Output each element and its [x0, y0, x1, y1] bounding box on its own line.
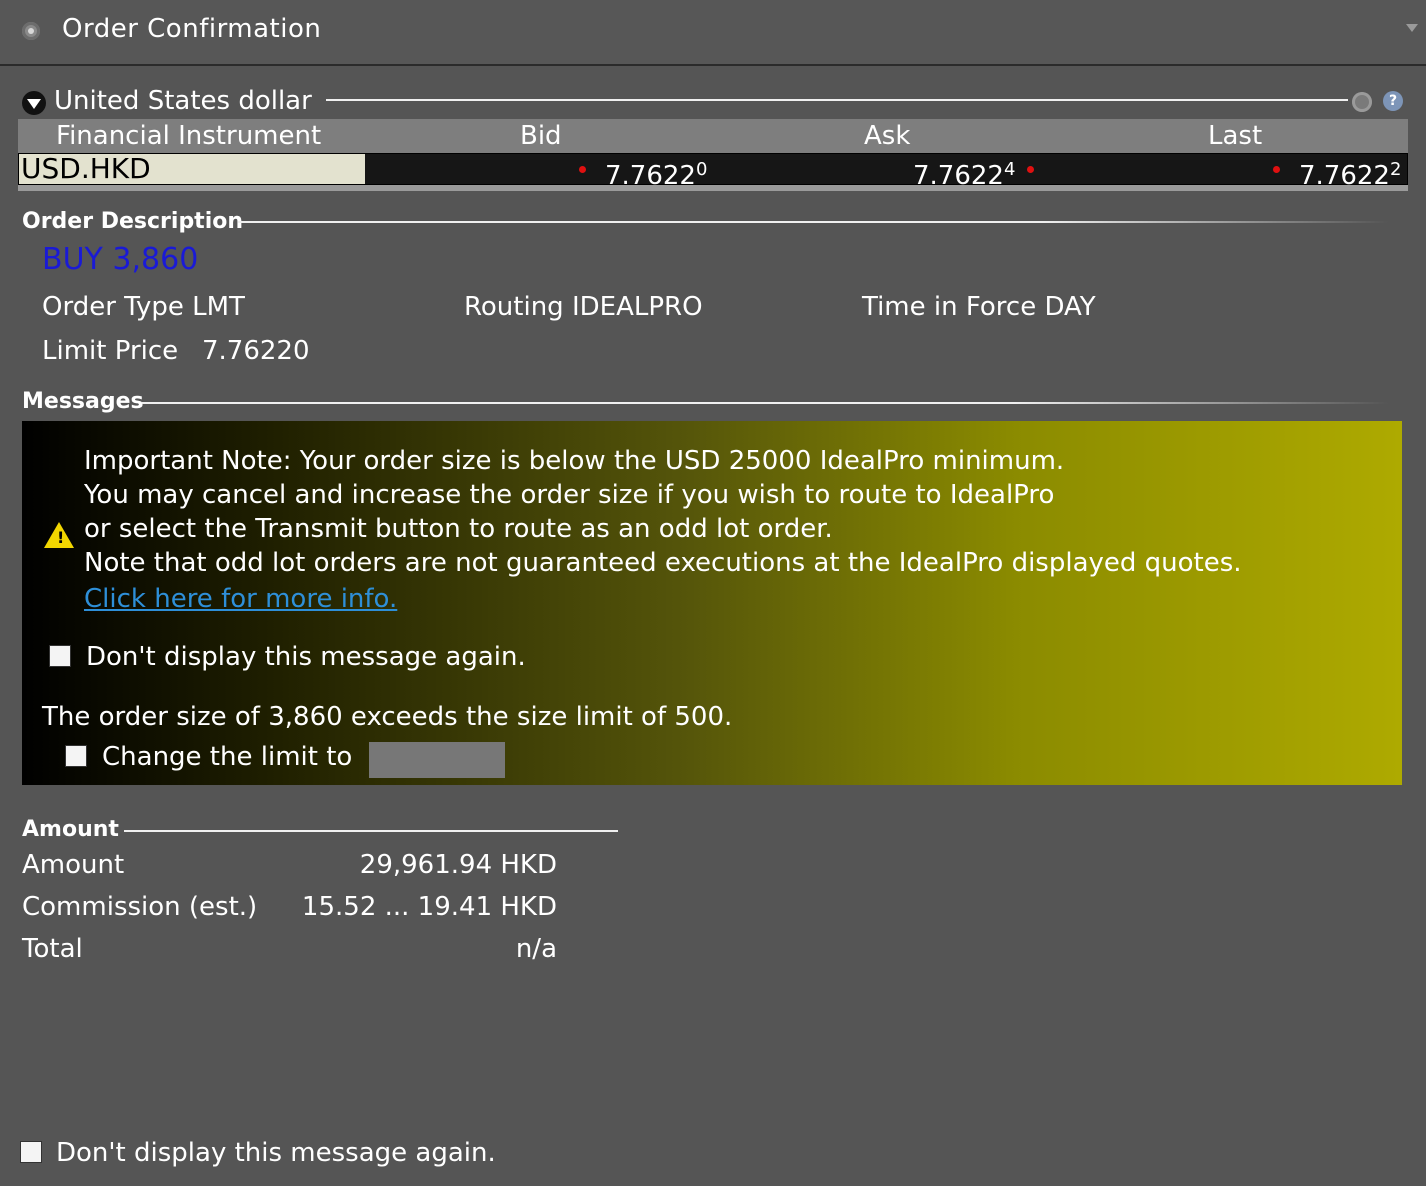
ask-tick-dot — [1027, 166, 1034, 173]
message-panel: ! Important Note: Your order size is bel… — [22, 421, 1402, 785]
total-value: n/a — [515, 934, 557, 964]
message-line: Important Note: Your order size is below… — [84, 446, 1065, 476]
ask-price[interactable]: 7.76224 — [913, 154, 1015, 192]
window-menu-icon[interactable] — [22, 22, 40, 40]
section-divider — [124, 830, 618, 832]
order-description-header: Order Description — [22, 209, 244, 234]
total-label: Total — [22, 934, 83, 964]
bid-price[interactable]: 7.76220 — [605, 154, 707, 192]
dont-display-label[interactable]: Don't display this message again. — [86, 642, 526, 672]
messages-header: Messages — [22, 389, 144, 414]
collapse-triangle-icon[interactable] — [22, 91, 46, 115]
size-limit-message: The order size of 3,860 exceeds the size… — [42, 702, 733, 732]
section-divider — [326, 99, 1348, 101]
change-limit-label[interactable]: Change the limit to — [102, 742, 352, 772]
section-divider — [142, 402, 1388, 404]
commission-value: 15.52 ... 19.41 HKD — [301, 892, 557, 922]
column-header-last[interactable]: Last — [1208, 121, 1262, 151]
order-action: BUY 3,860 — [42, 242, 199, 277]
section-divider — [238, 221, 1388, 223]
magnifier-icon[interactable] — [1352, 92, 1372, 112]
dont-display-checkbox[interactable] — [49, 645, 71, 667]
bid-tick-dot — [579, 166, 586, 173]
amount-header: Amount — [22, 817, 119, 842]
market-data-grid: Financial Instrument Bid Ask Last USD.HK… — [18, 119, 1408, 191]
footer-dont-display-label[interactable]: Don't display this message again. — [56, 1138, 496, 1168]
message-line: Note that odd lot orders are not guarant… — [84, 548, 1242, 578]
message-line: or select the Transmit button to route a… — [84, 514, 833, 544]
column-header-bid[interactable]: Bid — [520, 121, 562, 151]
limit-price-value: 7.76220 — [202, 336, 310, 366]
help-icon[interactable]: ? — [1383, 91, 1403, 111]
amount-value: 29,961.94 HKD — [359, 850, 557, 880]
title-bar: Order Confirmation — [0, 0, 1426, 66]
instrument-section-title: United States dollar — [54, 86, 312, 116]
window-title: Order Confirmation — [62, 14, 322, 44]
order-routing: Routing IDEALPRO — [464, 292, 703, 322]
chevron-down-icon[interactable] — [1406, 24, 1418, 32]
last-tick-dot — [1273, 166, 1280, 173]
limit-price-label: Limit Price — [42, 336, 179, 366]
market-data-row[interactable]: USD.HKD 7.76220 7.76224 7.76222 — [18, 153, 1408, 191]
column-header-ask[interactable]: Ask — [864, 121, 910, 151]
last-price[interactable]: 7.76222 — [1299, 154, 1401, 192]
more-info-link[interactable]: Click here for more info. — [84, 584, 397, 614]
market-data-header: Financial Instrument Bid Ask Last — [18, 119, 1408, 153]
message-line: You may cancel and increase the order si… — [84, 480, 1055, 510]
footer-dont-display-checkbox[interactable] — [20, 1141, 42, 1163]
amount-label: Amount — [22, 850, 125, 880]
order-time-in-force: Time in Force DAY — [862, 292, 1096, 322]
symbol-cell[interactable]: USD.HKD — [19, 154, 365, 184]
limit-input[interactable] — [369, 742, 505, 778]
commission-label: Commission (est.) — [22, 892, 258, 922]
change-limit-checkbox[interactable] — [65, 745, 87, 767]
order-type: Order Type LMT — [42, 292, 245, 322]
column-header-instrument[interactable]: Financial Instrument — [56, 121, 321, 151]
